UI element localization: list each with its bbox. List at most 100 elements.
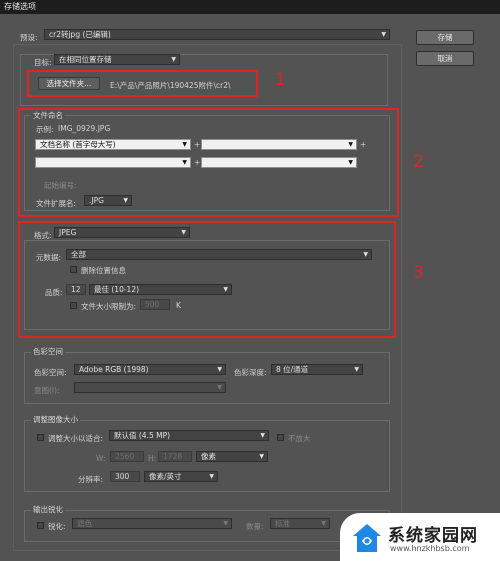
chevron-down-icon: ▼ xyxy=(354,366,359,373)
format-value: JPEG xyxy=(59,228,77,237)
dimension-unit-value: 像素 xyxy=(201,452,216,461)
resolution-input[interactable]: 300 xyxy=(110,471,140,482)
width-label: W: xyxy=(96,454,106,463)
sharpen-value: 滤色 xyxy=(77,519,92,528)
chevron-down-icon: ▼ xyxy=(217,384,222,391)
extension-dropdown[interactable]: .JPG ▼ xyxy=(84,195,132,206)
width-input[interactable]: 2560 xyxy=(110,451,144,462)
limit-size-checkbox[interactable] xyxy=(70,302,77,309)
example-label: 示例: xyxy=(36,125,54,134)
resolution-label: 分辨率: xyxy=(78,475,104,484)
naming-field-1-value: 文档名称 (首字母大写) xyxy=(40,140,116,149)
color-space-dropdown[interactable]: Adobe RGB (1998) ▼ xyxy=(74,364,226,375)
color-space-value: Adobe RGB (1998) xyxy=(79,365,149,374)
window-title: 存储选项 xyxy=(0,0,500,14)
sharpen-dropdown[interactable]: 滤色 ▼ xyxy=(72,518,232,529)
annotation-number-3: 3 xyxy=(413,263,424,283)
metadata-dropdown[interactable]: 全部 ▼ xyxy=(66,249,372,260)
plus-sign: + xyxy=(194,140,201,149)
fit-value: 默认值 (4.5 MP) xyxy=(114,431,171,440)
sharpen-title: 输出锐化 xyxy=(31,504,65,515)
chevron-down-icon: ▼ xyxy=(171,56,176,63)
resolution-unit-dropdown[interactable]: 像素/英寸 ▼ xyxy=(144,471,218,482)
intent-dropdown[interactable]: ▼ xyxy=(74,382,226,393)
extension-label: 文件扩展名: xyxy=(36,199,77,208)
annotation-box-1 xyxy=(27,70,258,97)
color-depth-label: 色彩深度: xyxy=(234,368,267,377)
file-naming-title: 文件命名 xyxy=(31,110,65,121)
chevron-down-icon: ▼ xyxy=(363,251,368,258)
destination-dropdown[interactable]: 在相同位置存储 ▼ xyxy=(54,54,180,65)
preset-label: 预设: xyxy=(20,33,38,42)
amount-dropdown[interactable]: 标准 ▼ xyxy=(270,518,330,529)
annotation-number-2: 2 xyxy=(413,152,424,172)
quality-number-input[interactable]: 12 xyxy=(66,284,86,295)
extension-value: .JPG xyxy=(89,196,104,205)
plus-sign: + xyxy=(360,140,367,149)
preset-value: cr2转jpg (已编辑) xyxy=(49,30,111,39)
quality-value: 最佳 (10-12) xyxy=(94,285,140,294)
format-label: 格式: xyxy=(34,231,52,240)
chevron-down-icon: ▼ xyxy=(209,473,214,480)
naming-field-4[interactable]: ▼ xyxy=(201,157,357,168)
remove-location-label: 删除位置信息 xyxy=(81,266,126,275)
no-enlarge-checkbox[interactable] xyxy=(277,434,284,441)
sharpen-checkbox[interactable] xyxy=(37,522,44,529)
color-space-label: 色彩空间: xyxy=(34,368,67,377)
watermark-url: www.hnzkhbsb.com xyxy=(390,544,470,553)
chevron-down-icon: ▼ xyxy=(260,432,265,439)
fit-dropdown[interactable]: 默认值 (4.5 MP) ▼ xyxy=(109,430,269,441)
naming-field-3[interactable]: ▼ xyxy=(35,157,191,168)
chevron-down-icon: ▼ xyxy=(123,197,128,204)
quality-label: 品质: xyxy=(45,288,63,297)
start-number-label: 起始编号: xyxy=(44,181,77,190)
house-logo-icon xyxy=(353,524,381,552)
intent-label: 意图(I): xyxy=(34,386,60,395)
remove-location-checkbox[interactable] xyxy=(70,266,77,273)
limit-size-unit: K xyxy=(176,301,181,310)
dimension-unit-dropdown[interactable]: 像素 ▼ xyxy=(196,451,268,462)
format-dropdown[interactable]: JPEG ▼ xyxy=(54,227,190,238)
example-value: IMG_0929.JPG xyxy=(58,124,111,133)
chevron-down-icon: ▼ xyxy=(348,141,353,148)
chevron-down-icon: ▼ xyxy=(348,159,353,166)
chevron-down-icon: ▼ xyxy=(223,520,228,527)
chevron-down-icon: ▼ xyxy=(381,31,386,38)
preset-dropdown[interactable]: cr2转jpg (已编辑) ▼ xyxy=(44,29,390,40)
sharpen-label: 锐化: xyxy=(48,522,66,531)
metadata-label: 元数据: xyxy=(36,253,62,262)
chevron-down-icon: ▼ xyxy=(223,286,228,293)
chevron-down-icon: ▼ xyxy=(182,159,187,166)
fit-label: 调整大小以适合: xyxy=(48,434,104,443)
annotation-number-1: 1 xyxy=(275,70,286,90)
fit-checkbox[interactable] xyxy=(37,434,44,441)
limit-size-label: 文件大小限制为: xyxy=(81,302,137,311)
naming-field-1[interactable]: 文档名称 (首字母大写) ▼ xyxy=(35,139,191,150)
metadata-value: 全部 xyxy=(71,250,86,259)
height-label: H: xyxy=(148,454,157,463)
watermark-title: 系统家园网 xyxy=(388,526,478,546)
limit-size-input[interactable]: 500 xyxy=(140,299,170,310)
quality-dropdown[interactable]: 最佳 (10-12) ▼ xyxy=(89,284,232,295)
chevron-down-icon: ▼ xyxy=(259,453,264,460)
destination-label: 目标: xyxy=(34,58,52,67)
plus-sign: + xyxy=(194,158,201,167)
resize-title: 调整图像大小 xyxy=(31,414,80,425)
save-button[interactable]: 存储 xyxy=(416,30,474,45)
destination-value: 在相同位置存储 xyxy=(59,55,112,64)
height-input[interactable]: 1728 xyxy=(158,451,192,462)
amount-label: 数量: xyxy=(246,522,264,531)
cancel-button[interactable]: 取消 xyxy=(416,51,474,66)
no-enlarge-label: 不放大 xyxy=(288,434,311,443)
color-depth-dropdown[interactable]: 8 位/通道 ▼ xyxy=(271,364,363,375)
color-depth-value: 8 位/通道 xyxy=(276,365,309,374)
chevron-down-icon: ▼ xyxy=(321,520,326,527)
chevron-down-icon: ▼ xyxy=(181,229,186,236)
site-watermark: 系统家园网 www.hnzkhbsb.com xyxy=(340,513,500,561)
color-space-group xyxy=(24,352,390,404)
chevron-down-icon: ▼ xyxy=(217,366,222,373)
chevron-down-icon: ▼ xyxy=(182,141,187,148)
amount-value: 标准 xyxy=(275,519,290,528)
color-space-title: 色彩空间 xyxy=(31,346,65,357)
naming-field-2[interactable]: ▼ xyxy=(201,139,357,150)
